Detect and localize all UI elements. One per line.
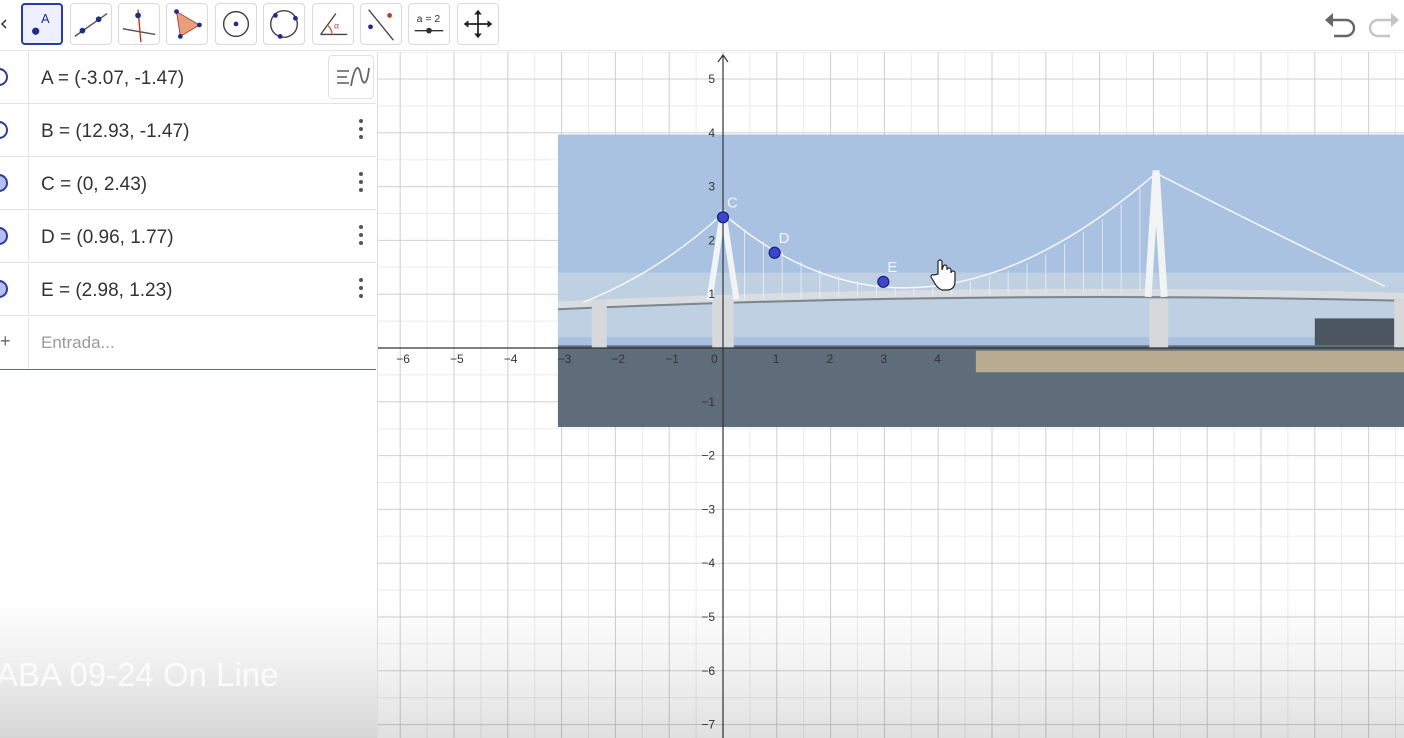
- visibility-toggle-C[interactable]: [0, 174, 8, 192]
- row-gutter: [28, 317, 29, 369]
- x-tick-label: −1: [665, 352, 679, 366]
- photo-pier: [975, 350, 1404, 373]
- y-tick-label: 4: [708, 126, 715, 140]
- x-tick-label: −2: [611, 352, 625, 366]
- video-overlay-gradient: [378, 600, 1404, 738]
- algebra-row-B[interactable]: B = (12.93, -1.47): [0, 105, 376, 157]
- circle-center-point-tool-button[interactable]: [215, 3, 257, 45]
- point-label-E: E: [887, 259, 897, 276]
- algebra-style-button[interactable]: [328, 55, 374, 99]
- move-graphics-view-button[interactable]: [457, 3, 499, 45]
- angle-tool-icon: α: [320, 13, 348, 36]
- y-tick-label: −2: [701, 449, 715, 463]
- point-tool-icon: A: [32, 12, 50, 35]
- polygon-tool-icon: [174, 9, 202, 39]
- x-tick-label: 0: [711, 352, 718, 366]
- svg-text:α: α: [334, 21, 339, 31]
- x-tick-label: 2: [827, 352, 834, 366]
- line-tool-button[interactable]: [70, 3, 112, 45]
- algebra-input[interactable]: Entrada...: [41, 333, 115, 353]
- algebra-row-E[interactable]: E = (2.98, 1.23): [0, 264, 376, 316]
- photo-content: [557, 134, 1404, 428]
- y-tick-label: −4: [701, 556, 715, 570]
- toolbar: A α a = 2: [0, 0, 1404, 51]
- undo-icon[interactable]: [1322, 8, 1360, 42]
- bridge-photo[interactable]: [557, 134, 1404, 428]
- point-C[interactable]: [716, 211, 730, 224]
- algebra-expression-E[interactable]: E = (2.98, 1.23): [41, 280, 173, 302]
- algebra-expression-B[interactable]: B = (12.93, -1.47): [41, 121, 189, 143]
- perpendicular-line-tool-button[interactable]: [118, 3, 160, 45]
- graphics-view[interactable]: −6−5−4−3−2−10123454321−1−2−3−4−5−6−7 CDE: [378, 52, 1404, 738]
- row-gutter: [28, 158, 29, 209]
- row-gutter: [28, 105, 29, 156]
- algebra-expression-A[interactable]: A = (-3.07, -1.47): [41, 68, 184, 90]
- x-tick-label: −6: [396, 352, 410, 366]
- x-tick-label: −4: [504, 352, 518, 366]
- angle-tool-button[interactable]: α: [312, 3, 354, 45]
- row-gutter: [28, 211, 29, 262]
- circle-three-points-tool-icon: [269, 9, 299, 39]
- y-tick-label: −1: [701, 395, 715, 409]
- watermark-text: ABA 09-24 On Line: [0, 656, 279, 693]
- visibility-toggle-D[interactable]: [0, 227, 8, 245]
- perpendicular-line-tool-icon: [122, 9, 156, 43]
- circle-three-points-tool-button[interactable]: [263, 3, 305, 45]
- point-label-C: C: [727, 194, 738, 211]
- row-gutter: [28, 264, 29, 315]
- visibility-toggle-E[interactable]: [0, 280, 8, 298]
- line-tool-icon: [74, 12, 108, 37]
- y-tick-label: 1: [708, 287, 715, 301]
- x-tick-label: 1: [773, 352, 780, 366]
- menu-arrow-icon[interactable]: [0, 14, 8, 34]
- visibility-toggle-B[interactable]: [0, 121, 8, 139]
- reflect-line-tool-icon: [368, 9, 394, 41]
- bridge-pier: [1149, 299, 1169, 348]
- algebra-row-D[interactable]: D = (0.96, 1.77): [0, 211, 376, 263]
- redo-icon[interactable]: [1364, 8, 1402, 42]
- algebra-row-C[interactable]: C = (0, 2.43): [0, 158, 376, 210]
- slider-tool-button[interactable]: a = 2: [408, 3, 450, 45]
- add-icon[interactable]: +: [0, 331, 11, 352]
- more-options-icon[interactable]: [353, 117, 369, 143]
- algebra-expression-D[interactable]: D = (0.96, 1.77): [41, 227, 174, 249]
- algebra-row-A[interactable]: A = (-3.07, -1.47): [0, 52, 376, 104]
- more-options-icon[interactable]: [353, 223, 369, 249]
- y-tick-label: −3: [701, 502, 715, 516]
- point-E[interactable]: [877, 275, 890, 288]
- reflect-line-tool-button[interactable]: [360, 3, 402, 45]
- more-options-icon[interactable]: [353, 276, 369, 302]
- point-D[interactable]: [768, 246, 781, 259]
- x-tick-label: −5: [450, 352, 464, 366]
- point-tool-letter: A: [41, 12, 50, 26]
- x-tick-label: −3: [558, 352, 572, 366]
- visibility-toggle-A[interactable]: [0, 68, 8, 86]
- algebra-style-icon: [337, 67, 370, 87]
- slider-tool-icon: a = 2: [414, 14, 444, 34]
- point-label-D: D: [779, 230, 790, 247]
- algebra-input-row[interactable]: + Entrada...: [0, 317, 376, 370]
- y-tick-label: 3: [708, 180, 715, 194]
- bridge-pier: [591, 299, 607, 348]
- row-gutter: [28, 52, 29, 103]
- more-options-icon[interactable]: [353, 170, 369, 196]
- y-tick-label: 2: [708, 233, 715, 247]
- move-graphics-view-icon: [463, 9, 493, 39]
- slider-tool-label: a = 2: [417, 14, 441, 25]
- y-tick-label: 5: [708, 72, 715, 86]
- algebra-expression-C[interactable]: C = (0, 2.43): [41, 174, 147, 196]
- x-tick-label: 3: [880, 352, 887, 366]
- circle-center-point-tool-icon: [222, 10, 250, 38]
- photo-building: [1314, 318, 1404, 346]
- polygon-tool-button[interactable]: [166, 3, 208, 45]
- bridge-pier: [1394, 299, 1404, 348]
- point-tool-button[interactable]: A: [21, 3, 63, 45]
- x-tick-label: 4: [934, 352, 941, 366]
